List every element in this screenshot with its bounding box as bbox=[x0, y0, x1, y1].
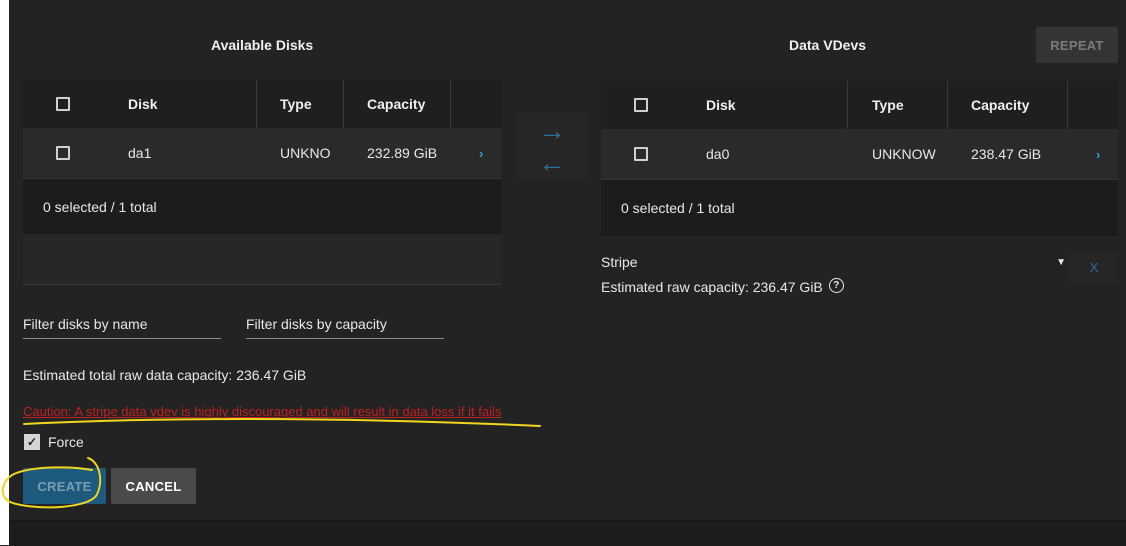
table-header: Disk Type Capacity bbox=[23, 80, 501, 129]
data-vdevs-title: Data VDevs bbox=[789, 37, 867, 53]
table-row[interactable]: da1 UNKNO 232.89 GiB › bbox=[23, 128, 501, 179]
chevron-right-icon[interactable]: › bbox=[1096, 129, 1100, 179]
row-checkbox[interactable] bbox=[56, 128, 70, 178]
selection-count: 0 selected / 1 total bbox=[621, 200, 735, 216]
column-header-disk[interactable]: Disk bbox=[128, 80, 158, 128]
help-circle-icon[interactable]: ? bbox=[828, 277, 844, 293]
selection-count: 0 selected / 1 total bbox=[43, 199, 157, 215]
column-header-capacity[interactable]: Capacity bbox=[367, 80, 425, 128]
disk-capacity: 232.89 GiB bbox=[367, 145, 438, 161]
force-label: Force bbox=[48, 434, 84, 450]
disk-name: da0 bbox=[706, 146, 730, 162]
arrow-left-icon[interactable]: ← bbox=[538, 149, 566, 177]
disk-type: UNKNO bbox=[280, 145, 331, 161]
disk-name: da1 bbox=[128, 145, 152, 161]
available-disks-title: Available Disks bbox=[211, 37, 314, 53]
available-disks-empty-area bbox=[23, 234, 501, 285]
column-divider bbox=[847, 81, 848, 129]
select-all-checkbox[interactable] bbox=[56, 80, 70, 128]
table-footer: 0 selected / 1 total bbox=[601, 180, 1118, 236]
repeat-button[interactable]: REPEAT bbox=[1036, 27, 1118, 63]
select-all-checkbox[interactable] bbox=[634, 81, 648, 129]
estimated-raw-capacity: Estimated raw capacity: 236.47 GiB? bbox=[601, 277, 844, 296]
table-row[interactable]: da0 UNKNOW 238.47 GiB › bbox=[601, 129, 1118, 180]
estimated-raw-capacity-text: Estimated raw capacity: 236.47 GiB bbox=[601, 279, 823, 295]
data-vdevs-table: Disk Type Capacity da0 UNKNOW 238.47 GiB… bbox=[601, 81, 1118, 237]
column-header-type[interactable]: Type bbox=[872, 81, 904, 129]
estimated-total-capacity: Estimated total raw data capacity: 236.4… bbox=[23, 367, 307, 383]
annotation-circle bbox=[1, 457, 102, 509]
caret-down-icon: ▼ bbox=[1056, 256, 1066, 268]
column-divider bbox=[1067, 81, 1068, 129]
disk-type: UNKNOW bbox=[872, 146, 936, 162]
available-disks-table: Disk Type Capacity da1 UNKNO 232.89 GiB … bbox=[23, 80, 501, 235]
row-checkbox[interactable] bbox=[634, 129, 648, 179]
table-header: Disk Type Capacity bbox=[601, 81, 1118, 130]
column-divider bbox=[256, 80, 257, 128]
filter-by-name-input[interactable] bbox=[23, 316, 221, 339]
vdev-layout-select[interactable]: Stripe ▼ bbox=[601, 253, 1066, 271]
force-checkbox[interactable]: ✓ Force bbox=[24, 434, 84, 450]
filter-by-capacity-input[interactable] bbox=[246, 316, 444, 339]
footer-bar bbox=[9, 520, 1126, 546]
column-divider bbox=[947, 81, 948, 129]
cancel-button[interactable]: CANCEL bbox=[111, 468, 196, 504]
column-header-disk[interactable]: Disk bbox=[706, 81, 736, 129]
column-divider bbox=[343, 80, 344, 128]
checkmark-icon: ✓ bbox=[24, 434, 40, 450]
move-controls: → ← bbox=[518, 112, 586, 182]
vdev-layout-value: Stripe bbox=[601, 254, 638, 270]
remove-vdev-button[interactable]: X bbox=[1070, 251, 1118, 283]
column-header-type[interactable]: Type bbox=[280, 80, 312, 128]
column-divider bbox=[450, 80, 451, 128]
chevron-right-icon[interactable]: › bbox=[479, 128, 483, 178]
arrow-right-icon[interactable]: → bbox=[538, 117, 566, 145]
annotation-underline bbox=[23, 418, 541, 427]
table-footer: 0 selected / 1 total bbox=[23, 179, 501, 235]
disk-capacity: 238.47 GiB bbox=[971, 146, 1042, 162]
column-header-capacity[interactable]: Capacity bbox=[971, 81, 1029, 129]
